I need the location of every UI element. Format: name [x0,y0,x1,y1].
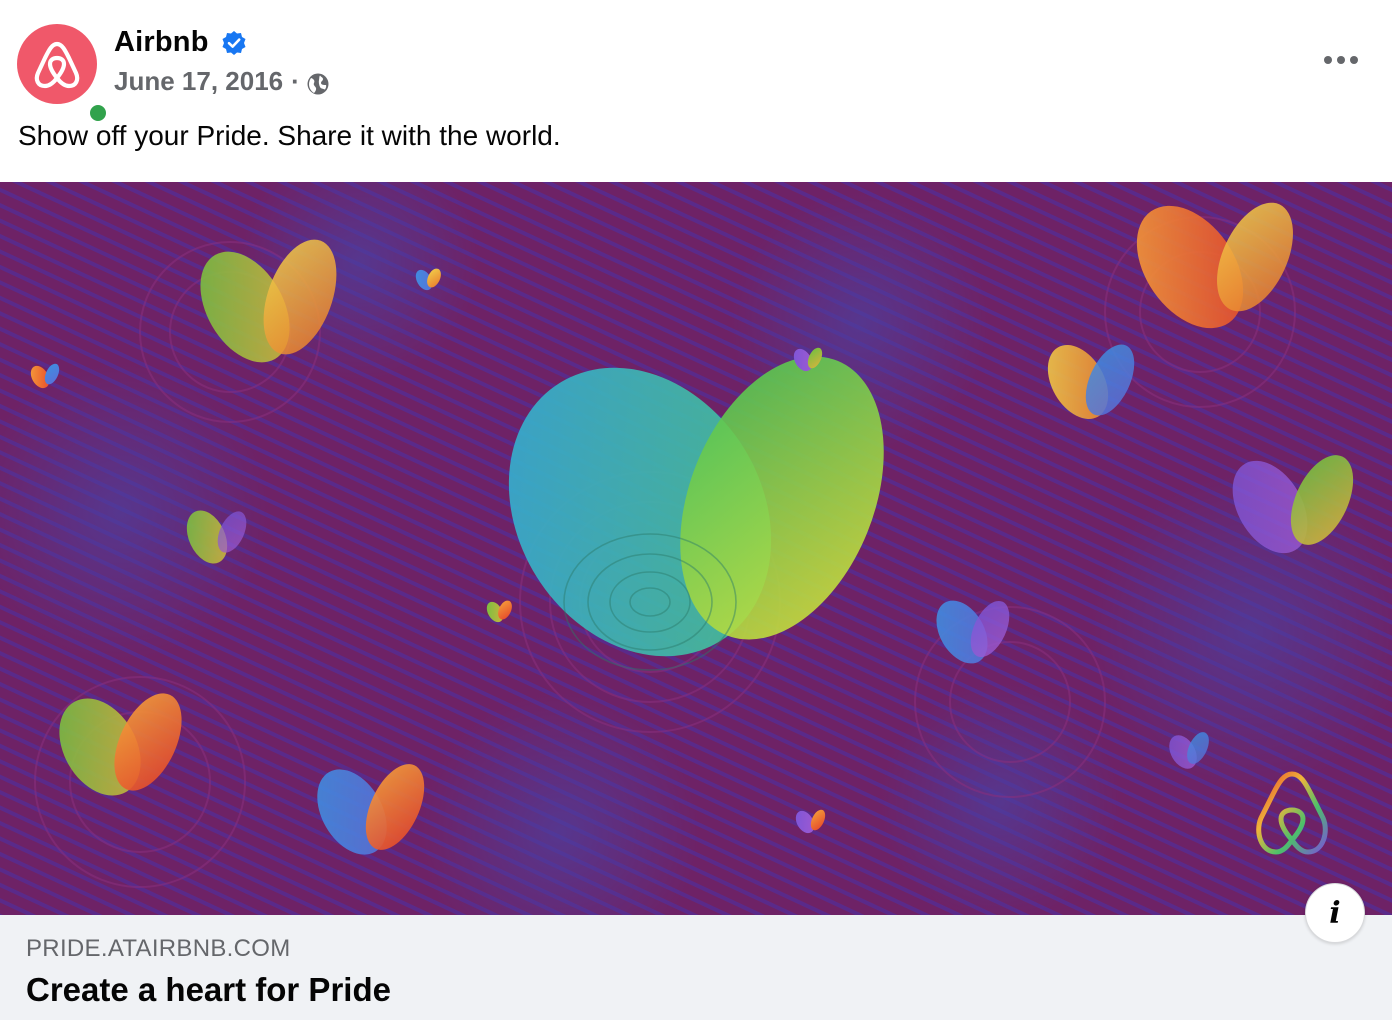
page-avatar[interactable] [17,24,109,124]
post-header: Airbnb June 17, 2016 · Show off your Pri… [0,0,1392,182]
post-link-image[interactable] [0,182,1392,915]
facebook-post: Airbnb June 17, 2016 · Show off your Pri… [0,0,1392,1020]
meta-separator: · [291,66,300,96]
info-button[interactable]: i [1305,883,1365,943]
post-message: Show off your Pride. Share it with the w… [18,120,561,151]
verified-badge-icon [221,30,247,56]
more-options-icon [1324,56,1332,64]
link-domain: PRIDE.ATAIRBNB.COM [26,935,291,962]
page-name-link[interactable]: Airbnb [114,26,209,59]
more-options-button[interactable] [1316,40,1366,80]
globe-icon[interactable] [306,72,330,96]
link-title[interactable]: Create a heart for Pride [26,971,391,1009]
link-preview-footer[interactable]: PRIDE.ATAIRBNB.COM Create a heart for Pr… [0,915,1392,1020]
post-timestamp-link[interactable]: June 17, 2016 [114,66,283,97]
airbnb-logo-icon [17,24,97,104]
